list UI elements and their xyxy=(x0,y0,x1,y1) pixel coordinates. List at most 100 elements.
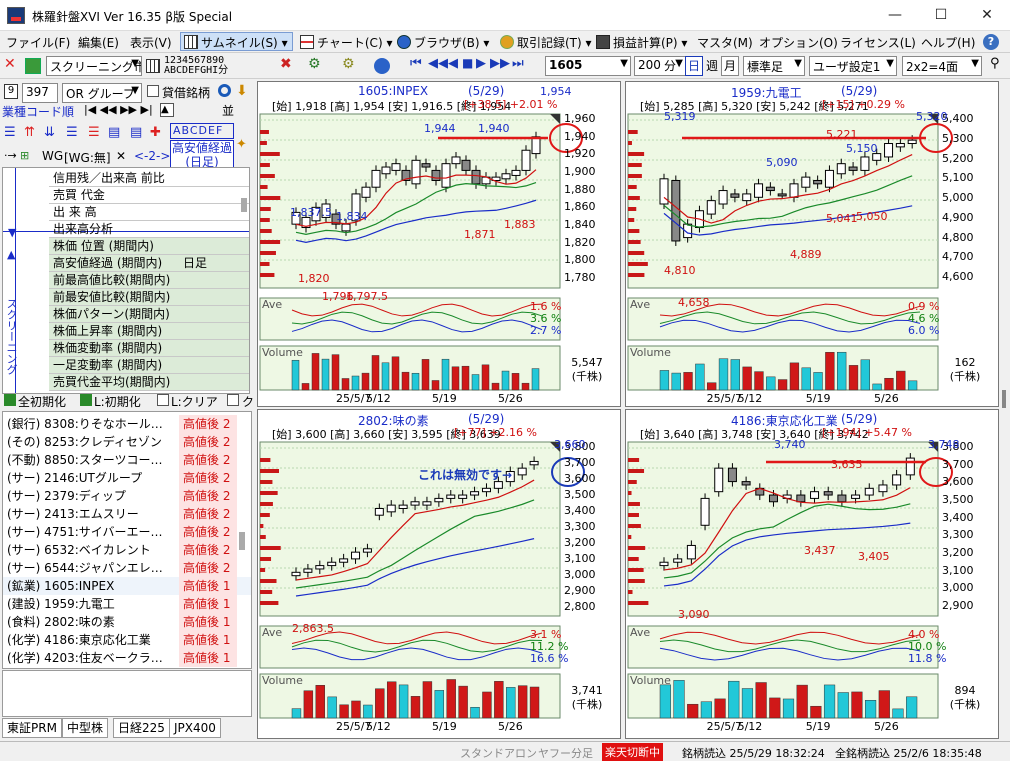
screening-row[interactable]: 前最高値比較(期間内) xyxy=(49,272,249,289)
list-item[interactable]: (化学) 4203:住友ベークラ… 高値後 1 xyxy=(3,649,251,667)
nav-first-icon[interactable]: ⏮ xyxy=(410,56,423,76)
weekly-button[interactable]: 週 xyxy=(704,56,720,76)
reset-all-button[interactable]: 全初期化 xyxy=(18,393,66,410)
nav-next-icon[interactable]: ▶ xyxy=(476,56,486,76)
menu-edit[interactable]: 編集(E) xyxy=(78,34,119,51)
menu-file[interactable]: ファイル(F) xyxy=(6,34,70,51)
screening-row[interactable]: 高安値経過 (期間内) 日足 xyxy=(49,255,249,272)
screening-row[interactable]: 出 来 高 xyxy=(49,204,249,221)
delete-list-icon[interactable]: ☰ xyxy=(88,125,100,140)
scrollbar-thumb[interactable] xyxy=(239,532,245,550)
menu-options[interactable]: オプション(O) xyxy=(759,34,838,51)
group-select[interactable]: OR グループ ▼ xyxy=(62,83,142,103)
daily-button[interactable]: 日 xyxy=(685,56,703,76)
screening-row[interactable]: 売買代金平均(期間内) xyxy=(49,374,249,391)
screening-row[interactable]: 売買 代金 xyxy=(49,187,249,204)
help-icon[interactable]: ? xyxy=(983,34,999,50)
chart-panel-4186[interactable]: 4186:東京応化工業 (5/29) [始] 3,640 [高] 3,748 [安]… xyxy=(625,409,999,739)
grid-icon[interactable] xyxy=(146,59,160,73)
tab-nikkei225[interactable]: 日経225 xyxy=(113,718,170,738)
chart-panel-2802[interactable]: 2802:味の素 (5/29) [始] 3,600 [高] 3,660 [安] 3,… xyxy=(257,409,621,739)
menu-thumbnail[interactable]: サムネイル(S) ▾ xyxy=(180,32,293,51)
screening-row[interactable]: 株価上昇率 (期間内) xyxy=(49,323,249,340)
sector-nav-icon[interactable]: |◀ ◀◀ ▶▶ ▶| xyxy=(84,103,153,116)
list-item[interactable]: (鉱業) 1605:INPEX 高値後 1 xyxy=(3,577,251,595)
list-icon[interactable]: ☰ xyxy=(4,125,16,140)
globe-icon[interactable] xyxy=(374,58,390,74)
list-item[interactable]: (サー) 4751:サイバーエー… 高値後 2 xyxy=(3,523,251,541)
page-nav[interactable]: <-2-> xyxy=(134,149,170,163)
menu-view[interactable]: 表示(V) xyxy=(130,34,172,51)
calendar-icon[interactable]: 9 xyxy=(4,84,18,99)
screening-row[interactable]: 一足変動率 (期間内) xyxy=(49,357,249,374)
user-setting-select[interactable]: ユーザ設定1 ▼ xyxy=(809,56,897,76)
lending-checkbox[interactable] xyxy=(147,85,159,97)
chart-list-icon[interactable]: ▤ xyxy=(108,125,120,140)
bars-select[interactable]: 200 ▼ xyxy=(634,56,686,76)
count-field[interactable]: 397 xyxy=(22,83,58,103)
menu-help[interactable]: ヘルプ(H) xyxy=(921,34,975,51)
list-item[interactable]: (サー) 2146:UTグループ 高値後 2 xyxy=(3,469,251,487)
delete-icon[interactable]: ✕ xyxy=(4,56,20,76)
nav-stop-icon[interactable]: ■ xyxy=(462,56,473,76)
scroll-up-button[interactable]: ▲ xyxy=(160,103,174,117)
list-item[interactable]: (その) 8253:クレディセゾン 高値後 2 xyxy=(3,433,251,451)
mark-icon[interactable]: ✚ xyxy=(150,125,161,140)
minimize-button[interactable]: — xyxy=(872,0,918,31)
sort-icon[interactable]: 並 xyxy=(222,102,234,119)
list-item[interactable]: (不動) 8850:スターツコー… 高値後 2 xyxy=(3,451,251,469)
scrollbar-thumb[interactable] xyxy=(241,198,247,212)
list-item[interactable]: (サー) 6532:ベイカレント 高値後 2 xyxy=(3,541,251,559)
notes-area[interactable] xyxy=(2,670,252,717)
settings-icon[interactable]: ⚙ xyxy=(342,56,362,76)
pin-icon[interactable]: ⚲ xyxy=(990,56,1000,76)
reset-l-button[interactable]: L:初期化 xyxy=(94,393,141,410)
clear-l-button[interactable]: L:クリア xyxy=(171,393,218,410)
list-item[interactable]: (化学) 4186:東京応化工業 高値後 1 xyxy=(3,631,251,649)
monthly-button[interactable]: 月 xyxy=(721,56,739,76)
screening-row[interactable]: 出来高分析 xyxy=(49,221,249,238)
sector-sort-label[interactable]: 業種コード順 xyxy=(2,103,74,120)
clear-x-icon[interactable]: ✕ xyxy=(116,149,126,163)
stock-code-input[interactable]: 1605 ▼ xyxy=(545,56,631,76)
menu-license[interactable]: ライセンス(L) xyxy=(840,34,916,51)
radio-icon[interactable] xyxy=(218,84,231,97)
maximize-button[interactable]: ☐ xyxy=(918,0,964,31)
add-icon[interactable] xyxy=(25,58,41,74)
list-item[interactable]: (食料) 2802:味の素 高値後 1 xyxy=(3,613,251,631)
nav-prev-icon[interactable]: ◀ xyxy=(448,56,458,76)
nav-forward-icon[interactable]: ▶▶ xyxy=(490,56,510,76)
chart-panel-1959[interactable]: 1959:九電工 (5/29) [始] 5,285 [高] 5,320 [安] 5,… xyxy=(625,81,999,407)
list-item[interactable]: (銀行) 8308:りそなホール… 高値後 2 xyxy=(3,415,251,433)
list-item[interactable]: (建設) 1959:九電工 高値後 1 xyxy=(3,595,251,613)
abc-selector[interactable]: ABCDEF xyxy=(170,123,234,139)
nav-rewind-icon[interactable]: ◀◀ xyxy=(428,56,448,76)
list-up-icon[interactable]: ⇈ xyxy=(24,125,35,140)
market-select[interactable]: スクリーニング市場▼ xyxy=(46,56,142,76)
screening-row[interactable]: 信用残／出来高 前比 xyxy=(49,170,249,187)
list-item[interactable]: (サー) 6544:ジャパンエレ… 高値後 2 xyxy=(3,559,251,577)
tab-midcap[interactable]: 中型株 xyxy=(62,718,109,738)
menu-chart[interactable]: チャート(C) ▾ xyxy=(296,32,397,51)
menu-trade-record[interactable]: 取引記録(T) ▾ xyxy=(496,32,597,51)
nav-last-icon[interactable]: ⏭ xyxy=(512,56,524,76)
chart-list-icon-2[interactable]: ▤ xyxy=(130,125,142,140)
list-item[interactable]: (サー) 2379:ディップ 高値後 2 xyxy=(3,487,251,505)
close-button[interactable]: ✕ xyxy=(964,0,1010,31)
screening-row[interactable]: 株価変動率 (期間内) xyxy=(49,340,249,357)
scrollbar-thumb[interactable] xyxy=(1002,390,1006,408)
clear-l-icon[interactable] xyxy=(157,394,169,406)
screening-row[interactable]: 株価パターン(期間内) xyxy=(49,306,249,323)
download-icon[interactable]: ⬇ xyxy=(236,83,248,99)
digit-selector[interactable]: 1234567890 ABCDEFGHI分 xyxy=(164,56,228,76)
sync-icon[interactable]: ⚙ xyxy=(308,56,328,76)
minute-button[interactable]: 分 xyxy=(664,56,676,76)
list-down-icon[interactable]: ⇊ xyxy=(44,125,55,140)
sort-list-icon[interactable]: ☰ xyxy=(66,125,78,140)
k-checkbox[interactable] xyxy=(227,394,239,406)
tab-jpx400[interactable]: JPX400 xyxy=(169,718,221,738)
screening-row[interactable]: 前最安値比較(期間内) xyxy=(49,289,249,306)
layout-select[interactable]: 2x2=4面 ▼ xyxy=(902,56,982,76)
menu-browser[interactable]: ブラウザ(B) ▾ xyxy=(393,32,494,51)
screening-row[interactable]: 株価 位置 (期間内) xyxy=(49,238,249,255)
